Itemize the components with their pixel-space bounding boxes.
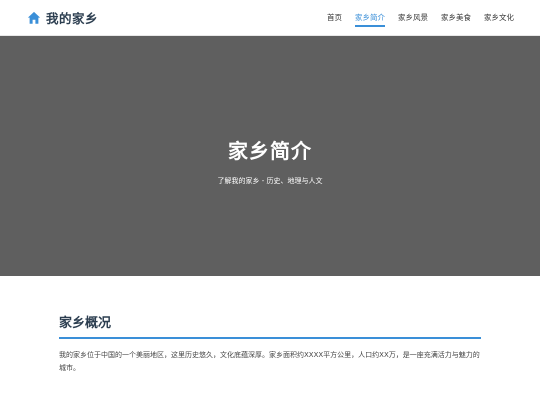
section-title: 家乡概况 — [59, 316, 112, 331]
overview-section: 家乡概况 我的家乡位于中国的一个美丽地区，这里历史悠久，文化底蕴深厚。家乡面积约… — [59, 312, 481, 375]
nav-item-food[interactable]: 家乡美食 — [441, 0, 471, 36]
hero-subtitle: 了解我的家乡 - 历史、地理与人文 — [217, 176, 323, 185]
brand-title: 我的家乡 — [46, 11, 99, 26]
hero-title: 家乡简介 — [228, 138, 312, 163]
section-divider — [59, 337, 481, 339]
section-paragraph: 我的家乡位于中国的一个美丽地区，这里历史悠久，文化底蕴深厚。家乡面积约XXXX平… — [59, 350, 480, 372]
nav-item-home[interactable]: 首页 — [327, 0, 342, 36]
top-navbar: 我的家乡 首页 家乡简介 家乡风景 家乡美食 家乡文化 — [0, 0, 540, 36]
brand-link[interactable]: 我的家乡 — [27, 8, 98, 27]
hero-banner: 家乡简介 了解我的家乡 - 历史、地理与人文 — [0, 36, 540, 276]
nav-item-introduction[interactable]: 家乡简介 — [355, 0, 385, 36]
nav-item-culture[interactable]: 家乡文化 — [484, 0, 514, 36]
nav-item-scenery[interactable]: 家乡风景 — [398, 0, 428, 36]
home-icon — [27, 11, 41, 24]
main-nav: 首页 家乡简介 家乡风景 家乡美食 家乡文化 — [327, 0, 514, 36]
